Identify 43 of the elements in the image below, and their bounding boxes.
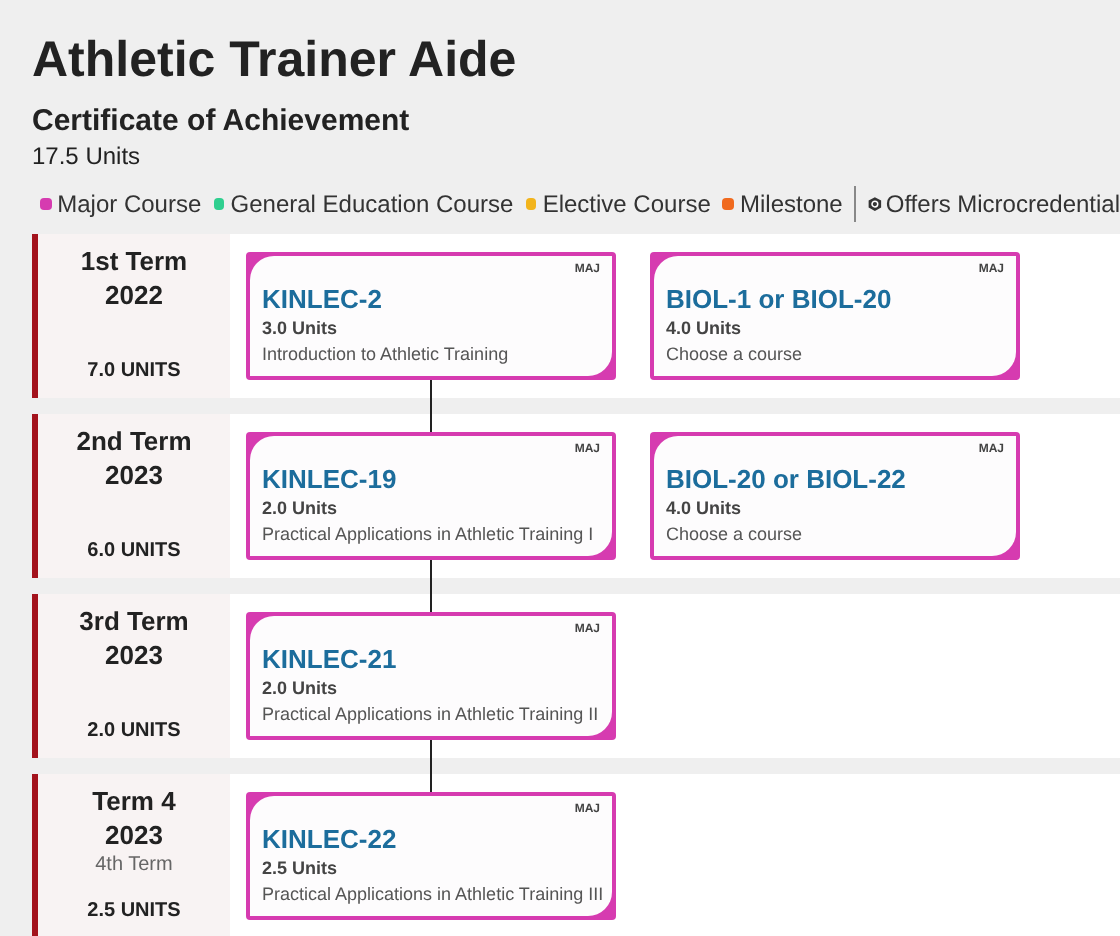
course-code: KINLEC-2 [262, 284, 384, 314]
term-units: 6.0 UNITS [87, 538, 181, 566]
course-title: Introduction to Athletic Training [262, 342, 511, 366]
course-title: Practical Applications in Athletic Training I [262, 522, 596, 546]
legend-label: Elective Course [542, 188, 711, 222]
term-year: 2023 [105, 458, 163, 492]
course-units: 4.0 Units [666, 316, 744, 340]
course-code: KINLEC-21 [262, 644, 399, 674]
term-name: 2nd Term [76, 424, 192, 458]
course-title: Practical Applications in Athletic Training II [262, 702, 601, 726]
course-units: 4.0 Units [666, 496, 744, 520]
page-title: Athletic Trainer Aide [32, 32, 519, 88]
term-units: 2.5 UNITS [87, 898, 181, 926]
course-code: BIOL-20 or BIOL-22 [666, 464, 908, 494]
term-units: 2.0 UNITS [87, 718, 181, 746]
term-name: Term 4 [92, 784, 176, 818]
legend-label: Major Course [57, 188, 202, 222]
term-name: 3rd Term [79, 604, 189, 638]
course-units: 2.5 Units [262, 856, 340, 880]
course-title: Practical Applications in Athletic Training III [262, 882, 606, 906]
term-units: 7.0 UNITS [87, 358, 181, 386]
course-title: Choose a course [666, 342, 805, 366]
connector-line [430, 560, 432, 614]
legend-label: General Education Course [230, 188, 514, 222]
course-title: Choose a course [666, 522, 805, 546]
course-units: 2.0 Units [262, 496, 340, 520]
hexagon-badge-icon [867, 192, 882, 216]
connector-line [430, 740, 432, 794]
certificate-title: Certificate of Achievement [32, 104, 412, 140]
term-year: 2022 [105, 278, 163, 312]
term-name: 1st Term [80, 244, 188, 278]
course-code: KINLEC-19 [262, 464, 399, 494]
term-note: 4th Term [95, 852, 173, 878]
term-year: 2023 [105, 818, 163, 852]
course-code: BIOL-1 or BIOL-20 [666, 284, 894, 314]
legend-label: Offers Microcredential [885, 188, 1120, 222]
connector-line [430, 380, 432, 434]
course-units: 2.0 Units [262, 676, 340, 700]
legend-label: Milestone [740, 188, 843, 222]
course-units: 3.0 Units [262, 316, 340, 340]
term-year: 2023 [105, 638, 163, 672]
total-units: 17.5 Units [32, 142, 143, 172]
course-code: KINLEC-22 [262, 824, 399, 854]
